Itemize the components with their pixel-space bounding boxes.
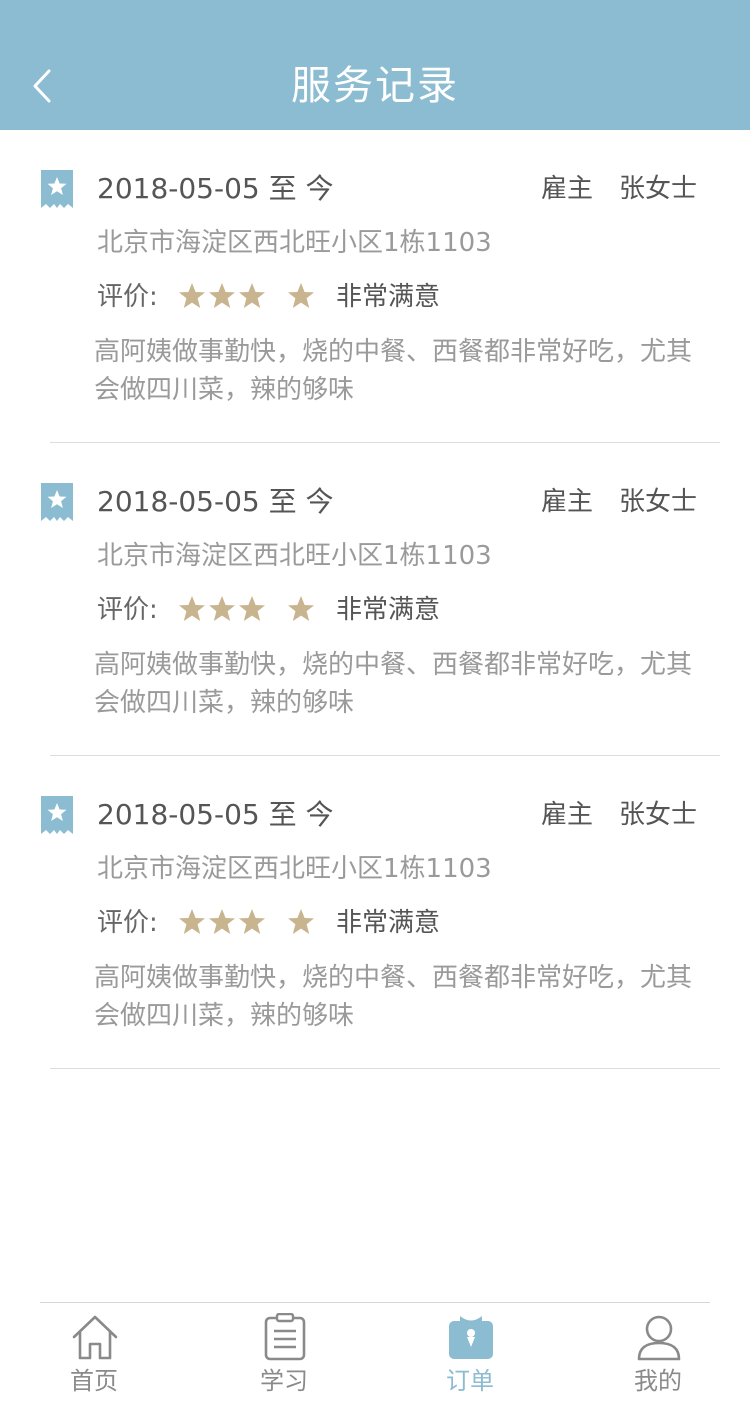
star-icon [209,909,235,934]
tab-label: 我的 [634,1367,682,1395]
bottom-tab-bar: 首页 学习 订单 我的 [0,1303,750,1402]
clipboard-icon [264,1313,306,1361]
rating-label: 评价: [97,282,158,312]
star-ribbon-icon [41,796,73,834]
service-address: 北京市海淀区西北旺小区1栋1103 [97,228,492,258]
star-rating [178,908,328,938]
tab-learn[interactable]: 学习 [224,1303,344,1402]
employer-role: 雇主 [541,174,594,204]
tab-mine[interactable]: 我的 [598,1303,718,1402]
tab-label: 订单 [446,1367,494,1395]
star-icon [179,283,205,308]
star-icon [239,909,265,934]
list-item[interactable]: 2018-05-05 至 今 雇主 张女士 北京市海淀区西北旺小区1栋1103 … [0,130,750,443]
rating-text: 非常满意 [336,595,441,625]
star-rating [178,282,328,312]
tab-orders[interactable]: 订单 [410,1303,530,1402]
star-icon [209,596,235,621]
star-ribbon-icon [41,170,73,208]
service-address: 北京市海淀区西北旺小区1栋1103 [97,541,492,571]
rating-text: 非常满意 [336,282,441,312]
user-icon [637,1315,681,1361]
rating-text: 非常满意 [336,908,441,938]
star-icon [288,596,314,621]
service-date: 2018-05-05 至 今 [97,798,334,831]
employer-name: 张女士 [619,487,698,517]
header-bar: 服务记录 [0,0,750,130]
tab-home[interactable]: 首页 [34,1303,154,1402]
star-icon [239,596,265,621]
list-item[interactable]: 2018-05-05 至 今 雇主 张女士 北京市海淀区西北旺小区1栋1103 … [0,443,750,756]
rating-label: 评价: [97,595,158,625]
review-comment: 高阿姨做事勤快，烧的中餐、西餐都非常好吃，尤其会做四川菜，辣的够味 [94,650,693,718]
home-icon [72,1315,118,1360]
record-list: 2018-05-05 至 今 雇主 张女士 北京市海淀区西北旺小区1栋1103 … [0,130,750,1069]
star-icon [239,283,265,308]
page-title: 服务记录 [291,63,459,109]
employer-role: 雇主 [541,800,594,830]
service-address: 北京市海淀区西北旺小区1栋1103 [97,854,492,884]
star-rating [178,595,328,625]
tab-label: 首页 [70,1367,118,1395]
star-icon [209,283,235,308]
employer-name: 张女士 [619,174,698,204]
review-comment: 高阿姨做事勤快，烧的中餐、西餐都非常好吃，尤其会做四川菜，辣的够味 [94,337,693,405]
star-icon [179,909,205,934]
list-item[interactable]: 2018-05-05 至 今 雇主 张女士 北京市海淀区西北旺小区1栋1103 … [0,756,750,1069]
service-date: 2018-05-05 至 今 [97,172,334,205]
service-date: 2018-05-05 至 今 [97,485,334,518]
star-icon [288,909,314,934]
star-icon [288,283,314,308]
star-icon [179,596,205,621]
divider [50,1068,720,1069]
employer-name: 张女士 [619,800,698,830]
star-ribbon-icon [41,483,73,521]
order-bag-icon [449,1316,493,1359]
review-comment: 高阿姨做事勤快，烧的中餐、西餐都非常好吃，尤其会做四川菜，辣的够味 [94,963,693,1031]
tab-label: 学习 [260,1367,308,1395]
rating-label: 评价: [97,908,158,938]
employer-role: 雇主 [541,487,594,517]
